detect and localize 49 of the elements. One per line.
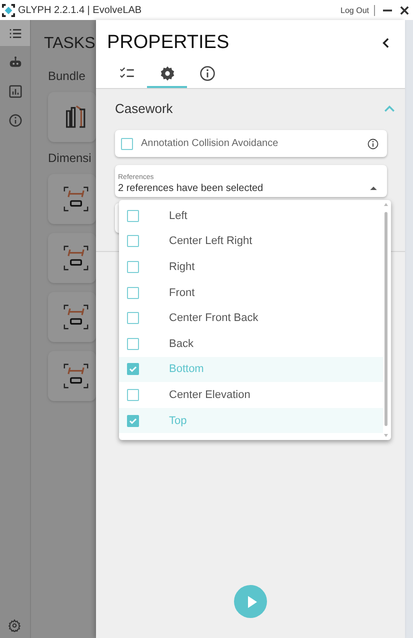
scrollbar-drawing[interactable]	[383, 202, 389, 438]
dropdown-option[interactable]: Center Elevation	[119, 382, 383, 408]
dropdown-option[interactable]: Center Left Right	[119, 228, 383, 254]
panel-title: PROPERTIES	[107, 32, 230, 54]
dropdown-option[interactable]: Back	[119, 330, 383, 357]
info-icon[interactable]	[367, 138, 379, 150]
section-title: Bundle	[48, 69, 86, 83]
option-label: Top	[169, 414, 187, 427]
task-card[interactable]	[48, 92, 96, 142]
task-card[interactable]	[48, 351, 96, 401]
option-label: Left	[169, 210, 188, 222]
rail-button[interactable]	[0, 20, 30, 46]
option-label: Bottom	[169, 363, 204, 376]
checkbox-label: Annotation Collision Avoidance	[141, 138, 280, 149]
section-title: Dimensi	[48, 151, 92, 165]
robot-icon	[8, 54, 22, 70]
close-icon[interactable]	[400, 6, 409, 14]
option-label: Center Front Back	[169, 312, 258, 324]
dimension-icon	[62, 185, 90, 213]
window-title: GLYPH 2.2.1.4 | EvolveLAB	[18, 4, 142, 16]
settings-icon	[158, 64, 176, 82]
field-value: 2 references have been selected	[118, 183, 264, 194]
checkbox[interactable]	[121, 138, 133, 150]
log-out-link[interactable]: Log Out	[340, 6, 369, 14]
info-icon	[198, 64, 216, 82]
option-label: Center Elevation	[169, 388, 250, 401]
option-label: Right	[169, 260, 195, 273]
dropdown-option[interactable]: Front	[119, 280, 383, 306]
option-label: Back	[169, 338, 194, 350]
dropdown-option[interactable]: Center Front Back	[119, 305, 383, 331]
task-card[interactable]	[48, 233, 96, 283]
dimension-icon	[62, 362, 90, 390]
panel-title: TASKS	[44, 35, 96, 53]
logo-icon	[2, 4, 15, 16]
dimension-icon	[62, 244, 90, 272]
task-card[interactable]	[48, 292, 96, 342]
dropdown-option[interactable]: Left	[119, 203, 383, 229]
option-label: Front	[169, 286, 195, 299]
dropdown-option[interactable]: Right	[119, 254, 383, 280]
section-title: Casework	[115, 101, 173, 116]
chart-icon	[8, 84, 22, 98]
option-label: Center Left Right	[169, 235, 252, 248]
settings-icon[interactable]	[8, 619, 21, 632]
caret-up-icon	[370, 186, 377, 190]
play-icon	[246, 596, 256, 608]
dimension-icon	[62, 303, 90, 331]
back-chevron-icon[interactable]	[381, 37, 390, 49]
info-icon	[8, 112, 22, 128]
task-card[interactable]	[48, 174, 96, 224]
